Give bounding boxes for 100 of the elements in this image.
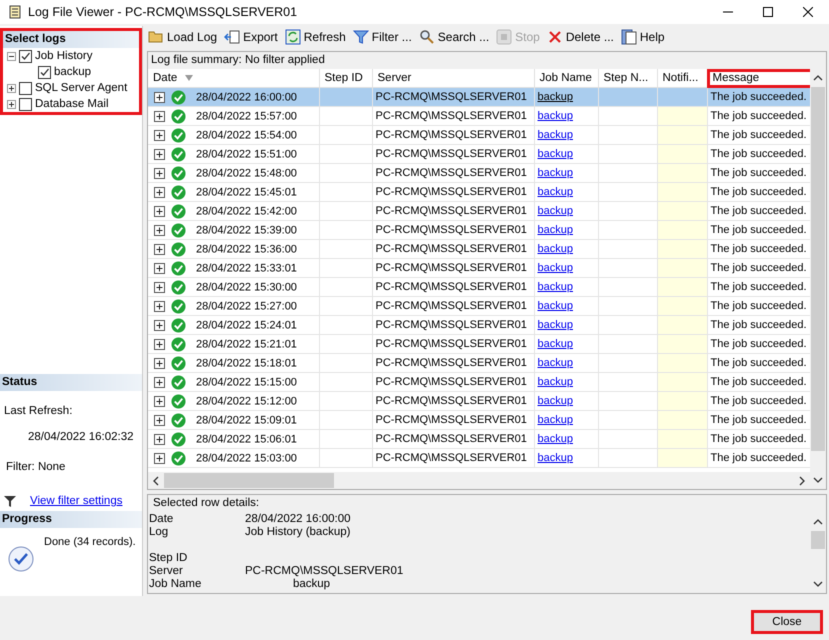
job-name-link[interactable]: backup [538,376,573,388]
expand-icon[interactable] [154,282,165,292]
scroll-up-icon[interactable] [813,74,823,82]
toolbar-button[interactable]: Filter ... [352,29,413,45]
job-name-link[interactable]: backup [538,186,573,198]
log-row[interactable]: 28/04/2022 15:06:01 PC-RCMQ\MSSQLSERVER01 backup The job succeeded. [148,430,810,448]
expand-icon[interactable] [154,338,165,350]
job-name-link[interactable]: backup [538,110,573,122]
toolbar-button[interactable]: Load Log [147,29,218,45]
scroll-left-icon[interactable] [152,476,160,486]
log-row[interactable]: 28/04/2022 15:27:00 PC-RCMQ\MSSQLSERVER01 backup The job succeeded. [148,296,810,316]
log-row[interactable]: 28/04/2022 15:51:00 PC-RCMQ\MSSQLSERVER01 backup The job succeeded. [148,144,810,164]
expand-icon[interactable] [154,224,165,236]
success-check-icon [171,204,186,218]
date-cell: 28/04/2022 15:48:00 [196,167,297,179]
log-row[interactable]: 28/04/2022 15:57:00 PC-RCMQ\MSSQLSERVER01 backup The job succeeded. [148,106,810,126]
success-check-icon [171,394,186,408]
log-row[interactable]: 28/04/2022 15:30:00 PC-RCMQ\MSSQLSERVER01 backup The job succeeded. [148,278,810,296]
log-row[interactable]: 28/04/2022 15:39:00 PC-RCMQ\MSSQLSERVER01 backup The job succeeded. [148,220,810,240]
expand-icon[interactable] [154,396,165,406]
expand-icon[interactable] [154,376,165,388]
scroll-thumb[interactable] [164,473,334,488]
column-header[interactable]: Message [707,69,810,88]
job-name-link[interactable]: backup [538,452,573,464]
expand-icon[interactable] [154,92,165,102]
scroll-up-icon[interactable] [813,518,823,526]
log-row[interactable]: 28/04/2022 15:12:00 PC-RCMQ\MSSQLSERVER01 backup The job succeeded. [148,392,810,410]
expand-icon[interactable] [154,110,165,122]
scroll-right-icon[interactable] [798,476,806,486]
help-book-icon [620,29,637,45]
job-name-link[interactable]: backup [538,262,573,274]
job-name-link[interactable]: backup [538,357,573,369]
filter-icon [4,495,16,507]
job-name-link[interactable]: backup [538,338,573,350]
expand-icon[interactable] [7,100,16,108]
toolbar-button[interactable]: Search ... [418,29,490,45]
job-name-link[interactable]: backup [538,319,573,331]
log-row[interactable]: 28/04/2022 15:48:00 PC-RCMQ\MSSQLSERVER01 backup The job succeeded. [148,164,810,182]
job-name-link[interactable]: backup [538,281,573,293]
job-name-link[interactable]: backup [538,433,573,445]
toolbar-button[interactable]: Help [620,29,666,45]
vertical-scrollbar[interactable] [810,69,826,489]
expand-icon[interactable] [154,452,165,464]
job-name-link[interactable]: backup [538,395,573,407]
section-header: Status [0,374,142,391]
horizontal-scrollbar[interactable] [148,472,810,489]
expand-icon[interactable] [154,358,165,368]
log-row[interactable]: 28/04/2022 15:24:01 PC-RCMQ\MSSQLSERVER01 backup The job succeeded. [148,316,810,334]
expand-icon[interactable] [154,206,165,216]
scroll-thumb[interactable] [811,531,825,549]
toolbar-button[interactable]: Refresh [284,29,347,45]
close-button[interactable]: Close [751,610,823,634]
log-row[interactable]: 28/04/2022 15:18:01 PC-RCMQ\MSSQLSERVER01 backup The job succeeded. [148,354,810,372]
log-row[interactable]: 28/04/2022 15:21:01 PC-RCMQ\MSSQLSERVER01 backup The job succeeded. [148,334,810,354]
checkbox[interactable] [19,98,32,110]
detail-label: Date [148,513,174,526]
log-row[interactable]: 28/04/2022 15:54:00 PC-RCMQ\MSSQLSERVER01 backup The job succeeded. [148,126,810,144]
expand-icon[interactable] [154,130,165,140]
expand-icon[interactable] [154,262,165,274]
expand-icon[interactable] [154,434,165,444]
toolbar-button[interactable]: Delete ... [546,29,615,45]
log-row[interactable]: 28/04/2022 15:36:00 PC-RCMQ\MSSQLSERVER01 backup The job succeeded. [148,240,810,258]
log-row[interactable]: 28/04/2022 15:03:00 PC-RCMQ\MSSQLSERVER01 backup The job succeeded. [148,448,810,468]
job-name-link[interactable]: backup [538,148,573,160]
expand-icon[interactable] [154,168,165,178]
view-filter-link[interactable]: View filter settings [30,495,122,507]
checkbox[interactable] [19,82,32,94]
job-name-link[interactable]: backup [538,167,573,179]
scroll-down-icon[interactable] [813,580,823,588]
maximize-icon[interactable] [763,7,773,17]
expand-icon[interactable] [154,186,165,198]
tree-item[interactable]: Database Mail [35,98,109,110]
expand-icon[interactable] [154,148,165,160]
toolbar-button[interactable]: Export [223,29,279,45]
expand-icon[interactable] [7,84,16,92]
job-name-link[interactable]: backup [538,224,573,236]
checkbox[interactable] [38,66,51,78]
expand-icon[interactable] [154,244,165,254]
checkbox[interactable] [19,50,32,62]
tree-item[interactable]: backup [54,66,92,78]
log-row[interactable]: 28/04/2022 16:00:00 PC-RCMQ\MSSQLSERVER01 backup The job succeeded. [148,88,810,106]
log-row[interactable]: 28/04/2022 15:42:00 PC-RCMQ\MSSQLSERVER01 backup The job succeeded. [148,202,810,220]
job-name-link[interactable]: backup [538,414,573,426]
close-icon[interactable] [803,7,813,17]
log-row[interactable]: 28/04/2022 15:09:01 PC-RCMQ\MSSQLSERVER01 backup The job succeeded. [148,410,810,430]
expand-icon[interactable] [154,320,165,330]
tree-item[interactable]: SQL Server Agent [35,82,128,94]
job-name-link[interactable]: backup [538,243,573,255]
job-name-link[interactable]: backup [538,129,573,141]
log-row[interactable]: 28/04/2022 15:45:01 PC-RCMQ\MSSQLSERVER01 backup The job succeeded. [148,182,810,202]
collapse-icon[interactable] [7,52,16,60]
log-row[interactable]: 28/04/2022 15:15:00 PC-RCMQ\MSSQLSERVER01 backup The job succeeded. [148,372,810,392]
scroll-thumb[interactable] [811,87,825,451]
expand-icon[interactable] [154,300,165,312]
job-name-link[interactable]: backup [538,300,573,312]
scroll-down-icon[interactable] [813,476,823,484]
expand-icon[interactable] [154,414,165,426]
log-row[interactable]: 28/04/2022 15:33:01 PC-RCMQ\MSSQLSERVER01 backup The job succeeded. [148,258,810,278]
tree-item[interactable]: Job History [35,50,93,62]
job-name-link[interactable]: backup [538,205,573,217]
